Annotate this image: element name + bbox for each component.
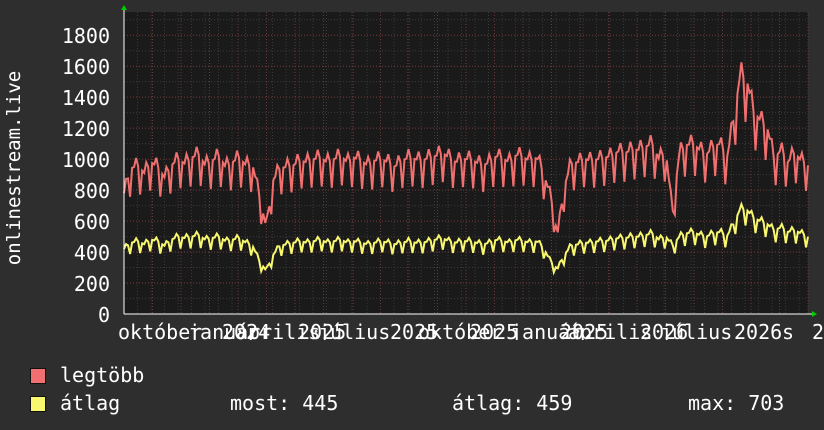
legend-label-avg: átlag (60, 391, 121, 415)
y-axis-arrow (121, 5, 127, 10)
x-tick-labels: októberjanuár2024április2025július 2025ok… (118, 320, 824, 340)
y-tick-label: 200 (74, 272, 110, 296)
y-tick-label: 1000 (62, 148, 110, 172)
x-tick-label: 2026 (734, 320, 782, 340)
chart: 020040060080010001200140016001800 októbe… (3, 5, 824, 340)
y-tick-label: 1800 (62, 24, 110, 48)
x-axis-arrow (812, 311, 817, 317)
y-tick-label: 400 (74, 241, 110, 265)
legend-swatch-avg (30, 396, 46, 412)
stat-max: max: 703 (688, 391, 785, 415)
y-tick-label: 800 (74, 179, 110, 203)
y-tick-labels: 0 200 400 600 800 1000 1200 1400 1600 1800 (62, 24, 110, 327)
x-tick-label: július (318, 320, 390, 340)
x-tick-label: július (660, 320, 732, 340)
x-tick-label: s (782, 320, 794, 340)
legend-row-avg: átlag most: 445 átlag: 459 max: 703 (30, 390, 810, 416)
y-tick-label: 1200 (62, 117, 110, 141)
y-tick-label: 1600 (62, 55, 110, 79)
legend-swatch-max (30, 368, 46, 384)
x-tick-label: 2 (812, 320, 824, 340)
y-tick-label: 0 (98, 303, 110, 327)
y-tick-label: 1400 (62, 86, 110, 110)
y-axis-label: onlinestream.live (3, 71, 25, 265)
stat-avg: átlag: 459 (452, 391, 573, 415)
legend-row-max: legtöbb (30, 362, 810, 388)
legend-label-max: legtöbb (60, 363, 145, 387)
y-tick-label: 600 (74, 210, 110, 234)
stat-now: most: 445 (230, 391, 339, 415)
